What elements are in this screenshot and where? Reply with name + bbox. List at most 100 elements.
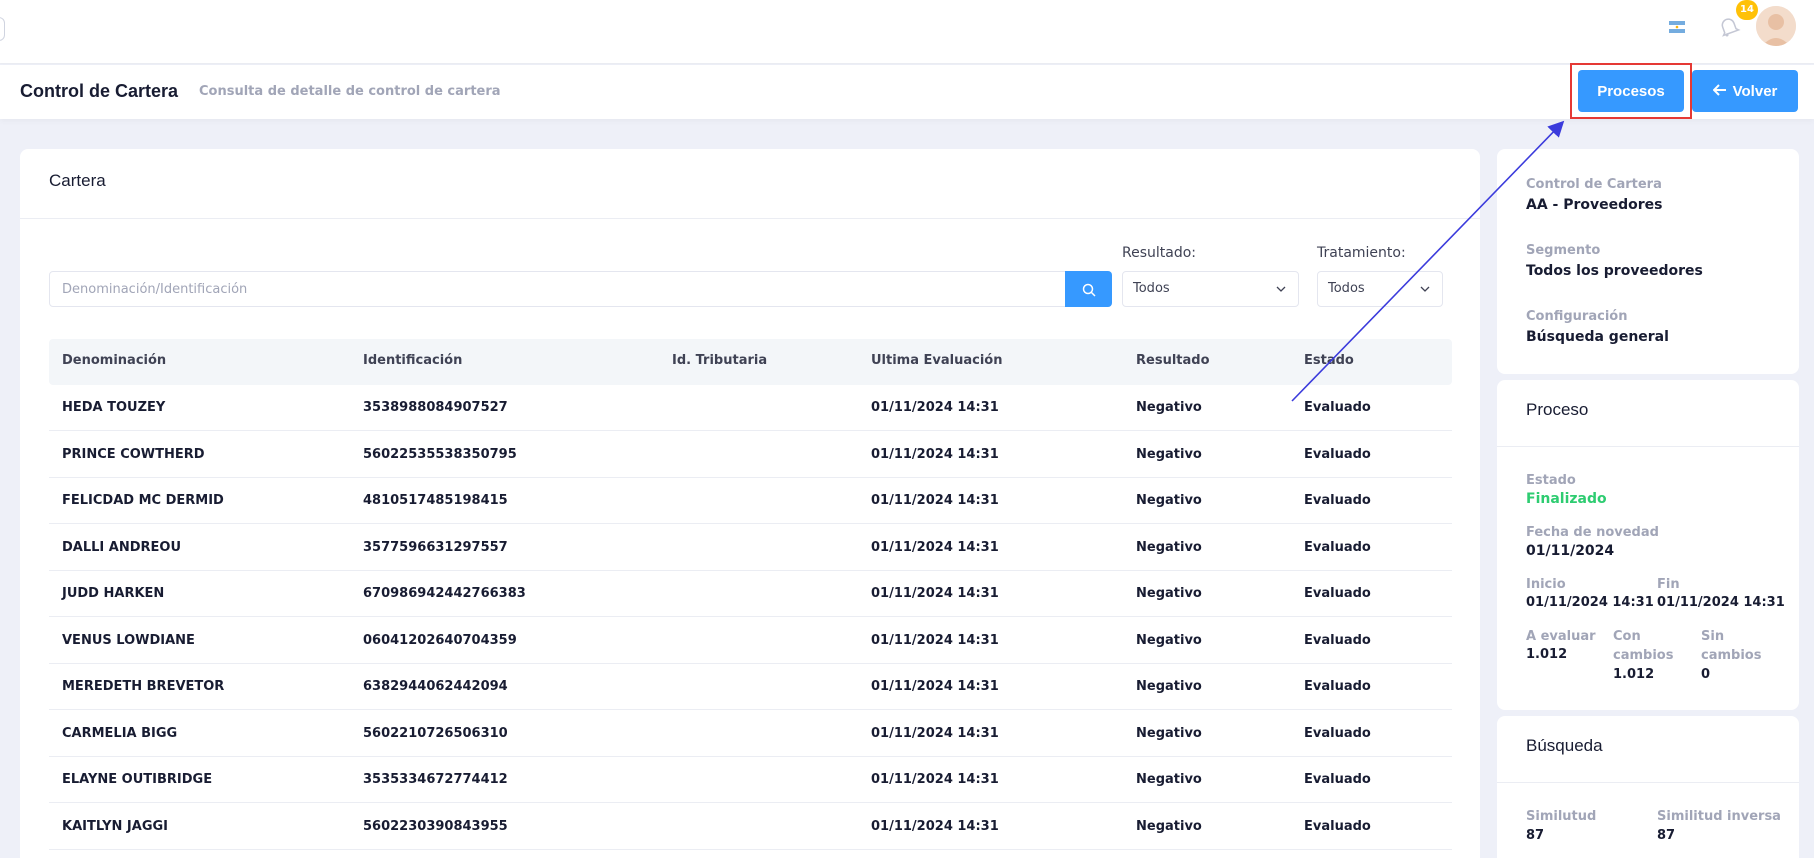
similitud-inversa-value: 87 — [1657, 828, 1676, 843]
bell-icon[interactable] — [1716, 14, 1742, 40]
table-row[interactable]: PRINCE COWTHERD 56022535538350795 01/11/20… — [49, 432, 1452, 478]
cell-ultima-evaluacion: 01/11/2024 14:31 — [871, 679, 999, 694]
table-row[interactable]: VENUS LOWDIANE 06041202640704359 01/11/202… — [49, 618, 1452, 664]
table-row[interactable]: JUDD HARKEN 670986942442766383 01/11/2024 … — [49, 571, 1452, 617]
argentina-flag-icon[interactable] — [1669, 21, 1685, 33]
con-cambios-label-line1: Con — [1613, 629, 1641, 644]
cell-ultima-evaluacion: 01/11/2024 14:31 — [871, 493, 999, 508]
procesos-button[interactable]: Procesos — [1578, 70, 1684, 112]
sin-cambios-label-line2: cambios — [1701, 648, 1762, 663]
column-header-ultima-evaluacion[interactable]: Ultima Evaluación — [871, 353, 1003, 368]
page-subtitle: Consulta de detalle de control de carter… — [199, 84, 501, 99]
column-header-resultado[interactable]: Resultado — [1136, 353, 1210, 368]
cell-identificacion: 4810517485198415 — [363, 493, 508, 508]
cell-estado: Evaluado — [1304, 493, 1371, 508]
cell-identificacion: 3577596631297557 — [363, 539, 508, 555]
cell-denominacion: CARMELIA BIGG — [62, 725, 178, 741]
table-row[interactable]: FELICDAD MC DERMID 4810517485198415 01/11/… — [49, 478, 1452, 524]
fin-value: 01/11/2024 14:31 — [1657, 595, 1785, 610]
notification-count-badge: 14 — [1736, 0, 1758, 20]
cell-resultado: Negativo — [1136, 632, 1202, 648]
cell-estado: Evaluado — [1304, 400, 1371, 415]
fecha-novedad-value: 01/11/2024 — [1526, 543, 1615, 559]
estado-label: Estado — [1526, 473, 1576, 488]
similitud-label: Similutud — [1526, 809, 1597, 824]
cell-resultado: Negativo — [1136, 772, 1202, 787]
table-row[interactable]: HEDA TOUZEY 3538988084907527 01/11/2024 14… — [49, 385, 1452, 431]
chevron-down-icon — [1276, 286, 1286, 292]
arrow-left-icon — [1712, 83, 1727, 100]
page-title: Control de Cartera — [20, 81, 179, 101]
cell-identificacion: 06041202640704359 — [363, 632, 517, 648]
sidebar-toggle[interactable] — [0, 17, 5, 41]
column-header-id-tributaria[interactable]: Id. Tributaria — [672, 353, 767, 368]
cell-resultado: Negativo — [1136, 818, 1202, 834]
cell-ultima-evaluacion: 01/11/2024 14:31 — [871, 632, 999, 648]
proceso-title: Proceso — [1526, 400, 1589, 419]
table-row[interactable]: MEREDETH BREVETOR 6382944062442094 01/11/2… — [49, 664, 1452, 710]
table-header: Denominación Identificación Id. Tributar… — [49, 339, 1452, 385]
cartera-card: Cartera Resultado: Todos Tratamiento: To… — [20, 149, 1480, 858]
cell-identificacion: 3538988084907527 — [363, 400, 508, 415]
subheader: Control de Cartera Consulta de detalle d… — [0, 63, 1814, 119]
cell-estado: Evaluado — [1304, 818, 1371, 834]
cell-resultado: Negativo — [1136, 725, 1202, 741]
cell-denominacion: MEREDETH BREVETOR — [62, 679, 225, 694]
divider — [20, 218, 1480, 219]
configuracion-value: Búsqueda general — [1526, 329, 1669, 345]
sin-cambios-label-line1: Sin — [1701, 629, 1725, 644]
segmento-value: Todos los proveedores — [1526, 263, 1703, 279]
cell-denominacion: KAITLYN JAGGI — [62, 818, 168, 834]
fecha-novedad-label: Fecha de novedad — [1526, 525, 1659, 540]
con-cambios-label-line2: cambios — [1613, 648, 1674, 663]
volver-button[interactable]: Volver — [1692, 70, 1798, 112]
proceso-card: Proceso Estado Finalizado Fecha de noved… — [1497, 380, 1799, 710]
cell-ultima-evaluacion: 01/11/2024 14:31 — [871, 725, 999, 741]
segmento-label: Segmento — [1526, 243, 1601, 258]
divider — [1497, 782, 1799, 783]
cell-identificacion: 5602230390843955 — [363, 818, 508, 834]
cell-estado: Evaluado — [1304, 772, 1371, 787]
cell-ultima-evaluacion: 01/11/2024 14:31 — [871, 818, 999, 834]
search-icon — [1082, 283, 1096, 297]
cell-resultado: Negativo — [1136, 400, 1202, 415]
cell-resultado: Negativo — [1136, 493, 1202, 508]
cartera-title: Cartera — [49, 171, 106, 190]
sin-cambios-value: 0 — [1701, 667, 1711, 682]
busqueda-title: Búsqueda — [1526, 736, 1603, 755]
tratamiento-label: Tratamiento: — [1317, 245, 1406, 261]
cell-resultado: Negativo — [1136, 679, 1202, 694]
cell-ultima-evaluacion: 01/11/2024 14:31 — [871, 586, 999, 601]
resultado-select[interactable]: Todos — [1122, 271, 1299, 307]
table-row[interactable]: KAITLYN JAGGI 5602230390843955 01/11/2024 … — [49, 804, 1452, 850]
cell-estado: Evaluado — [1304, 632, 1371, 648]
column-header-denominacion[interactable]: Denominación — [62, 353, 166, 368]
user-avatar[interactable] — [1756, 6, 1796, 46]
search-input[interactable] — [49, 271, 1067, 307]
table-row[interactable]: CARMELIA BIGG 5602210726506310 01/11/2024 … — [49, 711, 1452, 757]
divider — [1497, 446, 1799, 447]
cell-ultima-evaluacion: 01/11/2024 14:31 — [871, 539, 999, 555]
column-header-estado[interactable]: Estado — [1304, 353, 1354, 368]
cell-denominacion: ELAYNE OUTIBRIDGE — [62, 772, 213, 787]
similitud-inversa-label: Similitud inversa — [1657, 809, 1781, 824]
tratamiento-select[interactable]: Todos — [1317, 271, 1443, 307]
procesos-button-label: Procesos — [1597, 82, 1665, 100]
a-evaluar-value: 1.012 — [1526, 647, 1568, 662]
column-header-identificacion[interactable]: Identificación — [363, 353, 462, 368]
chevron-down-icon — [1420, 286, 1430, 292]
table-row[interactable]: DALLI ANDREOU 3577596631297557 01/11/2024 … — [49, 525, 1452, 571]
inicio-value: 01/11/2024 14:31 — [1526, 595, 1654, 610]
resultado-select-value: Todos — [1133, 281, 1170, 296]
search-button[interactable] — [1065, 271, 1112, 307]
cell-ultima-evaluacion: 01/11/2024 14:31 — [871, 772, 999, 787]
cell-estado: Evaluado — [1304, 679, 1371, 694]
cell-denominacion: JUDD HARKEN — [62, 586, 165, 601]
cell-denominacion: DALLI ANDREOU — [62, 539, 182, 555]
volver-button-label: Volver — [1732, 82, 1778, 100]
table-row[interactable]: ELAYNE OUTIBRIDGE 3535334672774412 01/11/2… — [49, 757, 1452, 803]
cell-identificacion: 3535334672774412 — [363, 772, 508, 787]
estado-value: Finalizado — [1526, 491, 1607, 507]
cell-estado: Evaluado — [1304, 586, 1371, 601]
a-evaluar-label: A evaluar — [1526, 629, 1596, 644]
